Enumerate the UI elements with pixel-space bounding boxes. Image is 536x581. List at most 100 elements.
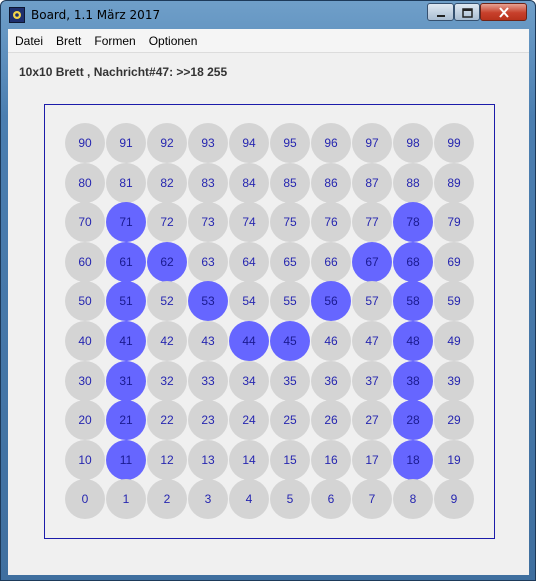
board-cell-23[interactable]: 23 [188,400,228,441]
board-cell-99[interactable]: 99 [434,123,474,163]
board-cell-43[interactable]: 43 [188,321,228,361]
board-cell-93[interactable]: 93 [188,123,228,163]
board-cell-81[interactable]: 81 [106,162,146,203]
board-cell-31[interactable]: 31 [106,360,146,401]
board-cell-87[interactable]: 87 [352,162,392,203]
board-cell-21[interactable]: 21 [106,400,146,441]
board-cell-72[interactable]: 72 [147,202,187,243]
board-cell-48[interactable]: 48 [393,321,433,361]
menu-brett[interactable]: Brett [50,34,87,48]
board-cell-10[interactable]: 10 [65,439,105,480]
minimize-button[interactable] [427,3,454,21]
board-cell-5[interactable]: 5 [270,479,310,520]
board-cell-58[interactable]: 58 [393,281,433,322]
board-cell-77[interactable]: 77 [352,202,392,243]
board-cell-18[interactable]: 18 [393,439,433,480]
board-cell-73[interactable]: 73 [188,202,228,243]
board-cell-49[interactable]: 49 [434,321,474,361]
board-cell-69[interactable]: 69 [434,241,474,282]
board-cell-55[interactable]: 55 [270,281,310,322]
board-cell-63[interactable]: 63 [188,241,228,282]
board-cell-34[interactable]: 34 [229,360,269,401]
board-cell-50[interactable]: 50 [65,281,105,322]
board-cell-60[interactable]: 60 [65,241,105,282]
board-cell-25[interactable]: 25 [270,400,310,441]
board-cell-74[interactable]: 74 [229,202,269,243]
board-cell-2[interactable]: 2 [147,479,187,520]
board-cell-78[interactable]: 78 [393,202,433,243]
board-cell-0[interactable]: 0 [65,479,105,520]
board-cell-6[interactable]: 6 [311,479,351,520]
board-cell-1[interactable]: 1 [106,479,146,520]
board-cell-26[interactable]: 26 [311,400,351,441]
board-cell-9[interactable]: 9 [434,479,474,520]
board-cell-52[interactable]: 52 [147,281,187,322]
board-cell-41[interactable]: 41 [106,321,146,361]
board-cell-94[interactable]: 94 [229,123,269,163]
board-cell-44[interactable]: 44 [229,321,269,361]
menu-optionen[interactable]: Optionen [143,34,204,48]
board-cell-15[interactable]: 15 [270,439,310,480]
board-cell-98[interactable]: 98 [393,123,433,163]
board-cell-17[interactable]: 17 [352,439,392,480]
board-cell-30[interactable]: 30 [65,360,105,401]
board-cell-7[interactable]: 7 [352,479,392,520]
board-cell-11[interactable]: 11 [106,439,146,480]
maximize-button[interactable] [454,3,480,21]
board-cell-13[interactable]: 13 [188,439,228,480]
board-cell-85[interactable]: 85 [270,162,310,203]
board-cell-29[interactable]: 29 [434,400,474,441]
board-cell-16[interactable]: 16 [311,439,351,480]
board-cell-38[interactable]: 38 [393,360,433,401]
board-cell-66[interactable]: 66 [311,241,351,282]
board-cell-24[interactable]: 24 [229,400,269,441]
board-cell-84[interactable]: 84 [229,162,269,203]
board-cell-51[interactable]: 51 [106,281,146,322]
board-cell-3[interactable]: 3 [188,479,228,520]
board-cell-28[interactable]: 28 [393,400,433,441]
board-cell-59[interactable]: 59 [434,281,474,322]
close-button[interactable] [480,3,527,21]
board-cell-36[interactable]: 36 [311,360,351,401]
board-cell-39[interactable]: 39 [434,360,474,401]
board-cell-37[interactable]: 37 [352,360,392,401]
board-cell-91[interactable]: 91 [106,123,146,163]
board-cell-97[interactable]: 97 [352,123,392,163]
board-cell-33[interactable]: 33 [188,360,228,401]
menu-datei[interactable]: Datei [9,34,49,48]
board-cell-47[interactable]: 47 [352,321,392,361]
board-cell-80[interactable]: 80 [65,162,105,203]
board-cell-67[interactable]: 67 [352,241,392,282]
board-cell-27[interactable]: 27 [352,400,392,441]
menu-formen[interactable]: Formen [88,34,141,48]
board-cell-40[interactable]: 40 [65,321,105,361]
board-cell-83[interactable]: 83 [188,162,228,203]
board-cell-53[interactable]: 53 [188,281,228,322]
board-cell-54[interactable]: 54 [229,281,269,322]
board-cell-65[interactable]: 65 [270,241,310,282]
board-cell-45[interactable]: 45 [270,321,310,361]
board-cell-32[interactable]: 32 [147,360,187,401]
board-cell-46[interactable]: 46 [311,321,351,361]
board-cell-61[interactable]: 61 [106,241,146,282]
board-cell-96[interactable]: 96 [311,123,351,163]
board-cell-86[interactable]: 86 [311,162,351,203]
board-cell-8[interactable]: 8 [393,479,433,520]
board-cell-79[interactable]: 79 [434,202,474,243]
board-cell-12[interactable]: 12 [147,439,187,480]
board-cell-89[interactable]: 89 [434,162,474,203]
board-cell-35[interactable]: 35 [270,360,310,401]
board-cell-95[interactable]: 95 [270,123,310,163]
board-cell-70[interactable]: 70 [65,202,105,243]
board-cell-90[interactable]: 90 [65,123,105,163]
board-cell-71[interactable]: 71 [106,202,146,243]
board-cell-82[interactable]: 82 [147,162,187,203]
title-bar[interactable]: Board, 1.1 März 2017 [1,1,535,29]
board-cell-20[interactable]: 20 [65,400,105,441]
board-cell-92[interactable]: 92 [147,123,187,163]
board-cell-64[interactable]: 64 [229,241,269,282]
board-cell-14[interactable]: 14 [229,439,269,480]
board-cell-88[interactable]: 88 [393,162,433,203]
board-cell-57[interactable]: 57 [352,281,392,322]
board-cell-56[interactable]: 56 [311,281,351,322]
